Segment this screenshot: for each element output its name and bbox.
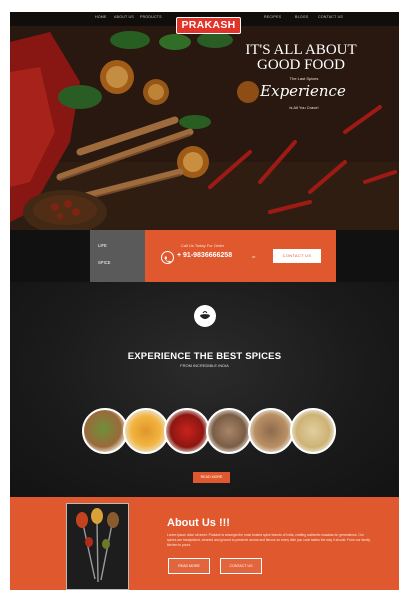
nav-link-recipes[interactable]: RECIPES <box>264 15 290 23</box>
site-frame: IT'S ALL ABOUT GOOD FOOD The Last Spices… <box>10 12 399 590</box>
hero-title: IT'S ALL ABOUT GOOD FOOD <box>245 42 357 73</box>
contact-us-button[interactable]: CONTACT US <box>273 249 321 263</box>
spice-bowl-icon <box>194 305 216 327</box>
hero-script: Experience <box>260 82 346 100</box>
hero-kicker: The Last Spices <box>289 76 319 81</box>
spice-image-2[interactable] <box>123 408 169 454</box>
nav-link-contact[interactable]: CONTACT US <box>318 15 348 23</box>
section-subtitle: FROM INCREDIBLE INDIA <box>180 363 229 368</box>
section-title: EXPERIENCE THE BEST SPICES <box>127 351 282 362</box>
spices-section: EXPERIENCE THE BEST SPICES FROM INCREDIB… <box>10 282 399 497</box>
phone-icon <box>161 251 174 264</box>
contact-bar: Call Us Today For Order + 91-9836666258 … <box>145 230 336 282</box>
nav-link-about[interactable]: ABOUT US <box>114 15 136 23</box>
tagline-line-3: SPICE <box>98 260 111 265</box>
tagline-box: LIFE SPICE <box>90 230 145 282</box>
about-title: About Us !!! <box>167 517 230 529</box>
page: IT'S ALL ABOUT GOOD FOOD The Last Spices… <box>0 0 408 590</box>
read-more-button[interactable]: READ MORE <box>193 472 230 483</box>
or-text: or <box>252 254 256 259</box>
nav-link-home[interactable]: HOME <box>95 15 109 23</box>
hero-subtitle: Is All You Crave! <box>289 105 319 110</box>
about-body: Lorem ipsum dolor sit amet. Prakash is a… <box>167 533 371 547</box>
spice-image-4[interactable] <box>206 408 252 454</box>
spice-gallery <box>82 408 336 454</box>
about-section: About Us !!! Lorem ipsum dolor sit amet.… <box>10 497 399 590</box>
phone-number[interactable]: + 91-9836666258 <box>177 252 232 259</box>
site-logo[interactable]: PRAKASH <box>176 17 241 34</box>
about-contact-button[interactable]: CONTACT US <box>220 558 262 574</box>
nav-link-blogs[interactable]: BLOGS <box>295 15 313 23</box>
about-spoons-image <box>66 503 129 590</box>
tagline-line-1: LIFE <box>98 243 107 248</box>
spice-image-5[interactable] <box>248 408 294 454</box>
hero-section: IT'S ALL ABOUT GOOD FOOD The Last Spices… <box>10 12 399 230</box>
nav-link-products[interactable]: PRODUCTS <box>140 15 164 23</box>
spice-image-6[interactable] <box>290 408 336 454</box>
spice-image-3[interactable] <box>164 408 210 454</box>
about-read-more-button[interactable]: READ MORE <box>168 558 210 574</box>
spice-image-1[interactable] <box>82 408 128 454</box>
call-label: Call Us Today For Order <box>181 243 225 248</box>
